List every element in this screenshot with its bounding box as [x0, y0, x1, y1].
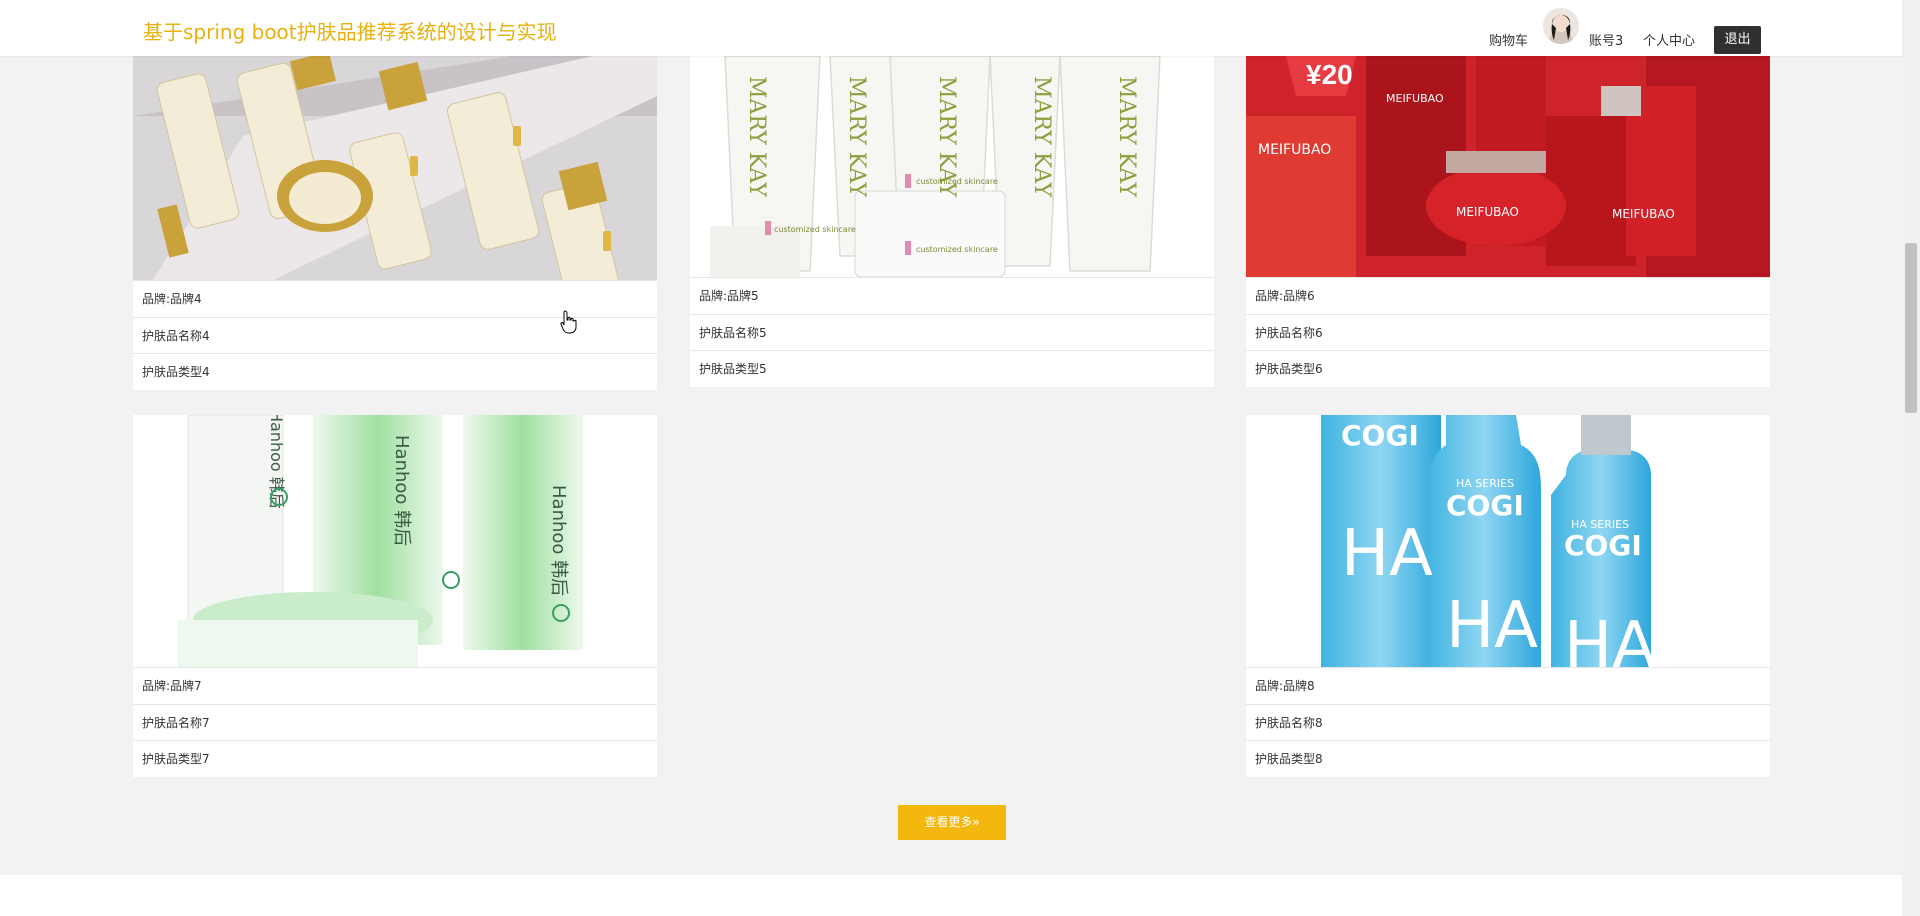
product-brand: 品牌:品牌6: [1246, 277, 1770, 314]
nav-personal-center-link[interactable]: 个人中心: [1643, 30, 1695, 49]
nav-cart-link[interactable]: 购物车: [1489, 30, 1528, 49]
load-more-button[interactable]: 查看更多»: [898, 805, 1006, 840]
logout-button[interactable]: 退出: [1714, 26, 1761, 54]
svg-text:customized skincare: customized skincare: [916, 245, 998, 254]
site-title[interactable]: 基于spring boot护肤品推荐系统的设计与实现: [143, 16, 557, 45]
svg-text:MARY KAY: MARY KAY: [1029, 76, 1054, 197]
product-name: 护肤品名称8: [1246, 704, 1770, 741]
product-type: 护肤品类型5: [690, 350, 1214, 387]
svg-text:MEIFUBAO: MEIFUBAO: [1258, 142, 1331, 158]
product-image[interactable]: COGI COGI COGI HA SERIES HA SERIES HA HA…: [1246, 415, 1770, 667]
product-name: 护肤品名称7: [133, 704, 657, 741]
product-card[interactable]: Hanhoo 韩后 Hanhoo 韩后 Hanhoo 韩后 品牌:品牌7 护肤品…: [133, 415, 657, 777]
svg-text:HA: HA: [1341, 517, 1433, 591]
svg-text:¥20: ¥20: [1306, 59, 1353, 90]
svg-text:MEIFUBAO: MEIFUBAO: [1456, 205, 1519, 219]
hand-cursor-icon: [560, 310, 577, 334]
product-type: 护肤品类型8: [1246, 740, 1770, 777]
svg-text:COGI: COGI: [1564, 529, 1642, 562]
svg-text:Hanhoo 韩后: Hanhoo 韩后: [391, 435, 412, 546]
svg-text:MEIFUBAO: MEIFUBAO: [1612, 207, 1675, 221]
svg-text:customized skincare: customized skincare: [916, 177, 998, 186]
product-type: 护肤品类型7: [133, 740, 657, 777]
product-card[interactable]: ¥20 MEIFUBAO MEIFUBAO MEIFUBAO MEIFUBAO …: [1246, 56, 1770, 387]
svg-text:HA: HA: [1564, 609, 1656, 667]
svg-text:HA: HA: [1446, 589, 1538, 663]
scrollbar-thumb[interactable]: [1905, 243, 1917, 413]
footer: [0, 875, 1902, 916]
product-brand: 品牌:品牌4: [133, 280, 657, 317]
product-name: 护肤品名称6: [1246, 314, 1770, 351]
svg-text:MARY KAY: MARY KAY: [1114, 76, 1139, 197]
product-image[interactable]: [133, 56, 657, 280]
product-brand: 品牌:品牌8: [1246, 667, 1770, 704]
product-image[interactable]: Hanhoo 韩后 Hanhoo 韩后 Hanhoo 韩后: [133, 415, 657, 667]
svg-text:MEIFUBAO: MEIFUBAO: [1386, 92, 1444, 105]
product-card[interactable]: 品牌:品牌4 护肤品名称4 护肤品类型4: [133, 56, 657, 390]
svg-text:Hanhoo 韩后: Hanhoo 韩后: [267, 415, 286, 509]
product-name: 护肤品名称5: [690, 314, 1214, 351]
product-type: 护肤品类型4: [133, 353, 657, 390]
avatar-image: [1543, 8, 1579, 44]
product-image[interactable]: ¥20 MEIFUBAO MEIFUBAO MEIFUBAO MEIFUBAO: [1246, 56, 1770, 277]
svg-text:HA SERIES: HA SERIES: [1456, 477, 1514, 490]
svg-text:Hanhoo 韩后: Hanhoo 韩后: [548, 485, 569, 596]
svg-text:COGI: COGI: [1341, 419, 1419, 452]
product-card[interactable]: COGI COGI COGI HA SERIES HA SERIES HA HA…: [1246, 415, 1770, 777]
svg-text:HA SERIES: HA SERIES: [1571, 518, 1629, 531]
product-brand: 品牌:品牌5: [690, 277, 1214, 314]
svg-text:customized skincare: customized skincare: [774, 225, 856, 234]
nav-account-link[interactable]: 账号3: [1589, 30, 1623, 49]
product-brand: 品牌:品牌7: [133, 667, 657, 704]
product-card[interactable]: MARY KAY MARY KAY MARY KAY MARY KAY MARY…: [690, 56, 1214, 387]
product-image[interactable]: MARY KAY MARY KAY MARY KAY MARY KAY MARY…: [690, 56, 1214, 277]
product-name: 护肤品名称4: [133, 317, 657, 354]
product-type: 护肤品类型6: [1246, 350, 1770, 387]
page-scrollbar[interactable]: [1902, 0, 1920, 916]
user-avatar[interactable]: [1543, 8, 1579, 44]
svg-text:MARY KAY: MARY KAY: [744, 76, 769, 197]
top-navbar: 基于spring boot护肤品推荐系统的设计与实现 购物车 账号3 个人中心 …: [0, 0, 1902, 56]
svg-text:COGI: COGI: [1446, 489, 1524, 522]
svg-text:MARY KAY: MARY KAY: [844, 76, 869, 197]
